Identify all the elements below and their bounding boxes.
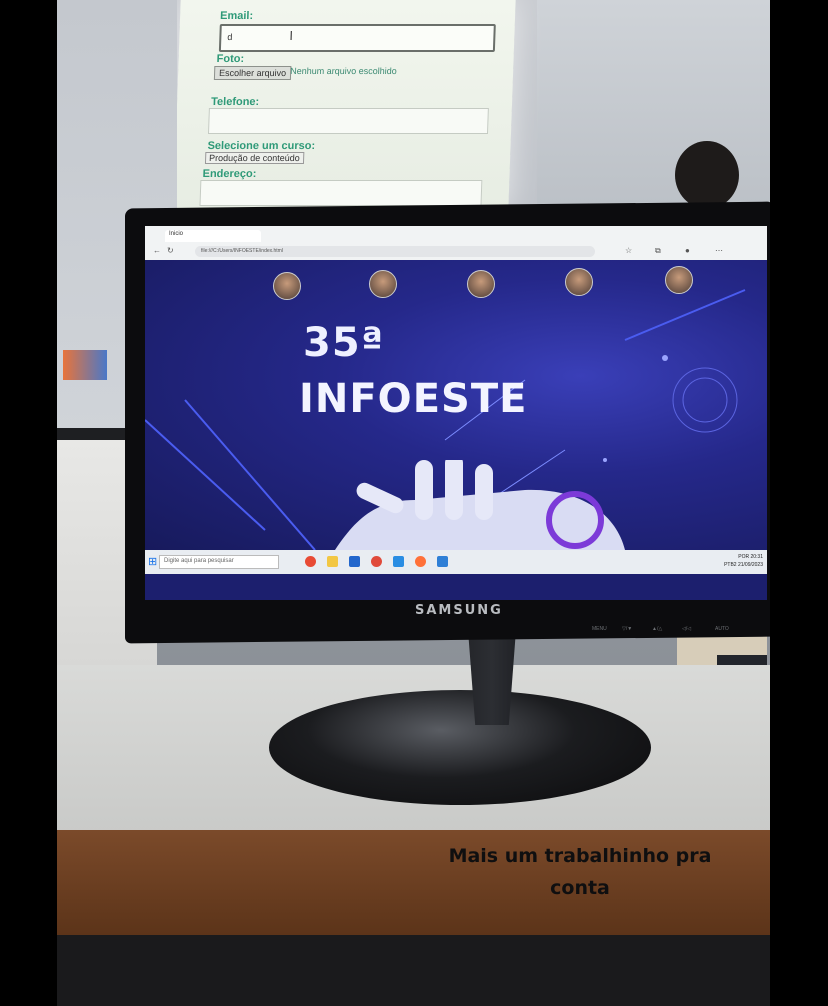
email-field: d I	[218, 24, 496, 52]
speaker-avatar-3	[467, 270, 495, 298]
robot-hand-icon	[335, 460, 625, 550]
speaker-avatar-5	[665, 266, 693, 294]
monitor-button-down: ▽/▼	[622, 626, 633, 632]
star-icon: ☆	[625, 246, 633, 255]
clock-layout: PTB2	[724, 562, 737, 568]
monitor-screen: Inicio ← ↻ file:///C:/Users/INFOESTE/ind…	[145, 226, 767, 600]
monitor-button-menu: MENU	[592, 626, 607, 632]
caption-line-2: conta	[550, 877, 610, 899]
system-clock: POR 20:31 PTB2 21/09/2023	[724, 553, 763, 569]
reload-icon: ↻	[167, 246, 174, 255]
curso-label: Selecione um curso:	[207, 140, 316, 152]
folder-icon	[327, 556, 338, 567]
telefone-label: Telefone:	[210, 96, 260, 108]
monitor-base	[269, 690, 651, 805]
app-icon-1	[305, 556, 316, 567]
text-cursor-icon: I	[289, 28, 294, 43]
back-icon: ←	[153, 246, 161, 255]
monitor-button-auto: AUTO	[715, 626, 729, 632]
endereco-field	[199, 180, 483, 206]
clock-date: 21/09/2023	[737, 562, 763, 568]
store-icon	[349, 556, 360, 567]
edition-number: 35ª	[303, 320, 385, 366]
file-status: Nenhum arquivo escolhido	[290, 66, 397, 76]
speaker-avatar-4	[565, 268, 593, 296]
firefox-icon	[415, 556, 426, 567]
telefone-field	[207, 108, 489, 134]
monitor-button-source: ◁/◁	[682, 626, 692, 632]
samsung-logo: SAMSUNG	[415, 603, 503, 618]
hero-title: INFOESTE	[299, 376, 528, 422]
foto-label: Foto:	[216, 53, 245, 65]
file-choose-button: Escolher arquivo	[213, 66, 292, 80]
vscode-icon	[437, 556, 448, 567]
speaker-avatar-2	[369, 270, 397, 298]
chrome-icon	[371, 556, 382, 567]
browser-tab: Inicio	[165, 230, 261, 242]
email-label: Email:	[219, 10, 254, 22]
speaker-avatar-1	[273, 272, 301, 300]
extensions-icon: ⧉	[655, 246, 661, 255]
profile-icon: ●	[685, 246, 690, 255]
monitor-button-up: ▲/△	[652, 626, 663, 632]
email-value: d	[227, 32, 233, 42]
windows-start-icon: ⊞	[148, 556, 158, 568]
clock-time: 20:31	[750, 554, 763, 560]
clock-lang: POR	[738, 554, 750, 560]
menu-icon: ⋯	[715, 246, 723, 255]
edge-icon	[393, 556, 404, 567]
endereco-label: Endereço:	[202, 168, 257, 180]
caption-line-1: Mais um trabalhinho pra	[448, 845, 712, 867]
projected-thumbnail	[63, 350, 107, 380]
url-bar: file:///C:/Users/INFOESTE/index.html	[195, 246, 595, 257]
projected-form: Email: d I Foto: Escolher arquivo Nenhum…	[173, 0, 516, 210]
taskbar-search: Digite aqui para pesquisar	[159, 555, 279, 569]
keyboard-area	[57, 935, 770, 1006]
infoeste-hero: 35ª INFOESTE	[145, 260, 767, 550]
story-photo: Email: d I Foto: Escolher arquivo Nenhum…	[0, 0, 828, 1006]
windows-taskbar: ⊞ Digite aqui para pesquisar POR 20:31 P…	[145, 550, 767, 574]
browser-toolbar: Inicio ← ↻ file:///C:/Users/INFOESTE/ind…	[145, 226, 767, 260]
curso-select: Produção de conteúdo	[204, 152, 304, 164]
story-caption: Mais um trabalhinho pra conta	[430, 840, 730, 904]
